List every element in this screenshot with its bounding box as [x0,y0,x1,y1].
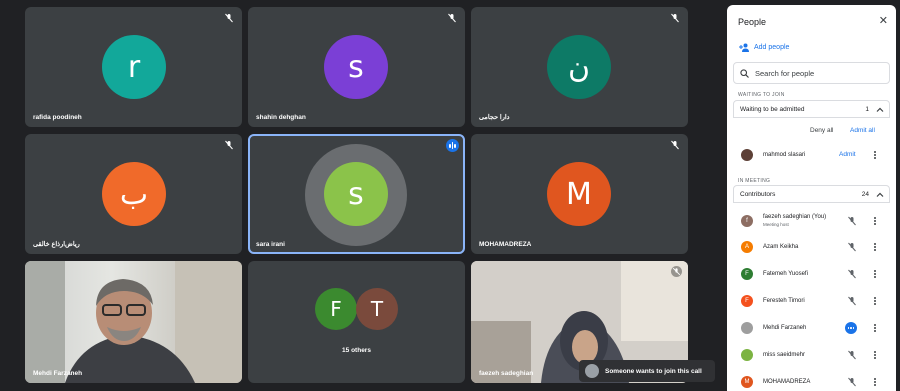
speaking-indicator-icon [845,322,857,334]
add-people-label: Add people [754,43,790,51]
mic-off-icon [671,140,679,150]
participant-name: ریاض‌ارذاع خالقی [33,241,80,248]
panel-title: People [738,17,767,27]
participant-avatar: ب [102,162,166,226]
mic-off-icon [848,216,856,226]
more-options-icon[interactable] [873,269,877,279]
person-avatar: A [741,241,753,253]
participant-avatar: T [356,288,398,330]
mic-off-icon [671,13,679,23]
people-panel: People ✕ Add people Search for people WA… [727,5,896,391]
participant-avatar: s [324,162,388,226]
waiting-section-label: WAITING TO JOIN [738,92,785,98]
participant-avatar: r [102,35,166,99]
deny-all-button[interactable]: Deny all [810,127,833,134]
participant-row[interactable]: miss saeidmehr [741,346,886,364]
contributors-count: 24 [861,190,869,198]
participant-avatar: M [547,162,611,226]
more-options-icon[interactable] [873,242,877,252]
participant-name: shahin dehghan [256,114,306,121]
participant-name: دارا حجامی [479,114,510,121]
participant-row[interactable]: A Azam Keikha [741,238,886,256]
search-input[interactable]: Search for people [733,62,890,84]
participant-video [25,261,242,383]
add-person-icon [739,43,749,52]
more-options-icon[interactable] [873,323,877,333]
person-name: Feresteh Timori [763,297,805,304]
person-avatar: F [741,295,753,307]
person-avatar [741,349,753,361]
participant-name: faezeh sadeghian [479,370,534,377]
participant-row[interactable]: Mehdi Farzaneh [741,319,886,337]
in-meeting-section-label: IN MEETING [738,178,771,184]
waiting-count: 1 [865,105,869,113]
mic-off-icon [671,266,682,277]
more-options-icon[interactable] [873,296,877,306]
contributors-group-header[interactable]: Contributors 24 [733,185,890,203]
participant-name: rafida poodineh [33,114,82,121]
search-icon [740,68,749,78]
person-name: Fatemeh Yuosefi [763,270,808,277]
requester-avatar [585,364,599,378]
add-people-button[interactable]: Add people [733,38,795,56]
mic-off-icon [448,13,456,23]
mic-off-icon [848,377,856,387]
search-placeholder: Search for people [755,68,815,78]
mic-off-icon [848,296,856,306]
person-name: Azam Keikha [763,243,799,250]
waiting-group-label: Waiting to be admitted [740,105,805,113]
person-avatar: f [741,215,753,227]
mic-off-icon [225,140,233,150]
person-name: faezeh sadeghian (You) [763,214,827,220]
toast-text: Someone wants to join this call [605,367,702,375]
participant-name: Mehdi Farzaneh [33,370,83,377]
participant-tile[interactable]: s shahin dehghan [248,7,465,127]
waiting-person-row: mahmod slasari Admit [741,146,886,164]
person-name: miss saeidmehr [763,351,806,358]
mic-off-icon [225,13,233,23]
participant-avatar: s [324,35,388,99]
more-options-icon[interactable] [873,216,877,226]
contributors-label: Contributors [740,190,776,198]
others-count: 15 others [342,347,371,354]
more-options-icon[interactable] [873,377,877,387]
participant-tile[interactable]: M MOHAMADREZA [471,134,688,254]
person-name: Mehdi Farzaneh [763,324,807,331]
participant-row[interactable]: F Feresteh Timori [741,292,886,310]
participant-tile[interactable]: r rafida poodineh [25,7,242,127]
participant-video-tile[interactable]: Mehdi Farzaneh [25,261,242,383]
person-name: mahmod slasari [763,151,806,158]
participant-tile[interactable]: ب ریاض‌ارذاع خالقی [25,134,242,254]
join-request-toast[interactable]: Someone wants to join this call [579,360,715,382]
person-role: Meeting host [763,222,789,227]
person-avatar: F [741,268,753,280]
participant-avatar: ن [547,35,611,99]
admit-all-button[interactable]: Admit all [850,127,875,134]
chevron-up-icon [876,192,884,197]
person-name: MOHAMADREZA [763,378,811,385]
person-avatar [741,149,753,161]
mic-off-icon [848,269,856,279]
participant-name: sara irani [256,241,285,248]
participant-row[interactable]: F Fatemeh Yuosefi [741,265,886,283]
participant-name: MOHAMADREZA [479,241,532,248]
person-avatar: M [741,376,753,388]
person-avatar [741,322,753,334]
more-options-icon[interactable] [873,150,877,160]
waiting-group-header[interactable]: Waiting to be admitted 1 [733,100,890,118]
mic-off-icon [848,350,856,360]
mic-off-icon [848,242,856,252]
chevron-up-icon [876,107,884,112]
participant-tile[interactable]: ن دارا حجامی [471,7,688,127]
speaking-indicator-icon [446,139,459,152]
more-options-icon[interactable] [873,350,877,360]
others-tile[interactable]: F T 15 others [248,261,465,383]
participant-row[interactable]: M MOHAMADREZA [741,373,886,391]
participant-avatar: F [315,288,357,330]
close-icon[interactable]: ✕ [879,16,888,27]
participant-row[interactable]: f faezeh sadeghian (You) Meeting host [741,212,886,230]
participant-tile-speaking[interactable]: s sara irani [248,134,465,254]
admit-button[interactable]: Admit [839,151,856,158]
